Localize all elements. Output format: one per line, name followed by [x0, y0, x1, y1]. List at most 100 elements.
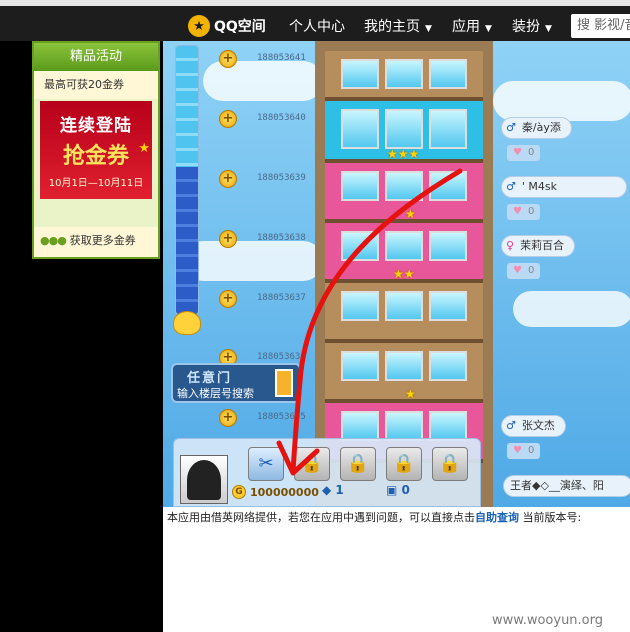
star-rating-icon: ★★★	[387, 147, 420, 161]
add-coin-icon[interactable]: +	[219, 290, 237, 308]
cloud	[513, 291, 630, 327]
level-bar-fill	[176, 166, 198, 314]
player-avatar[interactable]	[180, 455, 228, 504]
top-navigation-bar: ★ QQ空间 个人中心 我的主页▼ 应用▼ 装扮▼ 搜 影视/音	[0, 0, 630, 41]
search-input[interactable]: 搜 影视/音	[571, 14, 630, 38]
window	[429, 411, 467, 441]
gem-balance: ◆ 1	[322, 483, 344, 497]
heart-icon: ♥	[513, 265, 522, 276]
window	[341, 59, 379, 89]
male-icon: ♂	[506, 419, 516, 432]
window	[429, 171, 467, 201]
cloud	[493, 81, 630, 121]
promo-subtitle: 最高可获20金券	[34, 71, 158, 99]
banner-line2: 抢金券	[62, 144, 129, 169]
level-progress-bar	[175, 45, 199, 315]
resident-name-tag[interactable]: ♂ ' M4sk	[501, 176, 627, 198]
portal-floor-search[interactable]: 任意门 输入楼层号搜索	[171, 363, 301, 403]
locked-slot-lock-icon[interactable]: 🔒	[294, 447, 330, 481]
window	[341, 171, 379, 201]
chevron-down-icon: ▼	[545, 24, 552, 34]
watermark: www.wooyun.org	[492, 613, 604, 628]
star-rating-icon: ★	[405, 207, 416, 221]
heart-icon: ♥	[513, 206, 522, 217]
window	[341, 291, 379, 321]
floor-row[interactable]: +188053640	[219, 110, 329, 128]
resident-card[interactable]: ♀ 茉莉百合 ♥ 0	[501, 235, 601, 279]
brand-label: QQ空间	[214, 19, 266, 35]
resident-name-tag[interactable]: ♂ 张文杰	[501, 415, 566, 437]
gold-coin-icon: G	[232, 485, 246, 499]
portal-hint: 输入楼层号搜索	[177, 387, 254, 400]
locked-slot-lock-icon[interactable]: 🔒	[432, 447, 468, 481]
window	[385, 411, 423, 441]
like-counter[interactable]: ♥ 0	[507, 443, 541, 459]
player-toolbar: ✂ 🔒 🔒 🔒 🔒 G 100000000 ◆ 1 ▣ 0	[173, 438, 481, 507]
qzone-logo[interactable]: ★ QQ空间	[188, 15, 266, 37]
floor-row[interactable]: +188053639	[219, 170, 329, 188]
resident-card[interactable]: ♂ ' M4sk ♥ 0	[501, 176, 627, 220]
add-coin-icon[interactable]: +	[219, 110, 237, 128]
floor-row[interactable]: +188053641	[219, 50, 329, 68]
self-help-link[interactable]: 自助查询	[475, 511, 519, 524]
promo-panel: 精品活动 最高可获20金券 连续登陆 抢金券 10月1日—10月11日 ★ ●●…	[32, 41, 160, 259]
window	[341, 351, 379, 381]
resident-card[interactable]: ♂ 秦/ày添 ♥ 0	[501, 117, 601, 161]
avatar-hair	[187, 460, 221, 500]
like-counter[interactable]: ♥ 0	[507, 204, 541, 220]
gold-balance: G 100000000	[232, 485, 319, 499]
nav-my-homepage[interactable]: 我的主页 ▼	[364, 16, 432, 36]
nav-apps[interactable]: 应用 ▼	[452, 16, 492, 36]
window	[385, 171, 423, 201]
diamond-icon: ◆	[322, 483, 332, 497]
door-icon[interactable]	[275, 369, 293, 397]
window	[429, 231, 467, 261]
nav-dress-up[interactable]: 装扮 ▼	[512, 16, 552, 36]
window	[385, 59, 423, 89]
duck-mascot-icon	[173, 311, 201, 335]
window	[341, 231, 379, 261]
like-counter[interactable]: ♥ 0	[507, 263, 541, 279]
star-rating-icon: ★	[405, 387, 416, 401]
chevron-down-icon: ▼	[485, 24, 492, 34]
add-coin-icon[interactable]: +	[219, 409, 237, 427]
login-reward-banner[interactable]: 连续登陆 抢金券 10月1日—10月11日 ★	[40, 101, 152, 199]
locked-slot-lock-icon[interactable]: 🔒	[386, 447, 422, 481]
footer-notice: 本应用由借英网络提供，若您在应用中遇到问题，可以直接点击自助查询 当前版本号:	[167, 511, 582, 524]
chevron-down-icon: ▼	[425, 24, 432, 34]
building-floor[interactable]	[325, 163, 483, 223]
floor-row[interactable]: +188053638	[219, 230, 329, 248]
more-coupons-link[interactable]: ●●● 获取更多金券	[34, 227, 158, 257]
add-coin-icon[interactable]: +	[219, 170, 237, 188]
building-floor[interactable]	[325, 343, 483, 403]
friend-search-field[interactable]: 王者◆◇__演绎、阳	[503, 475, 630, 497]
building-floor[interactable]	[325, 283, 483, 343]
window	[341, 109, 379, 149]
dots-icon: ●●●	[40, 234, 67, 247]
building-floor[interactable]	[325, 51, 483, 101]
window	[385, 351, 423, 381]
portal-title: 任意门	[187, 371, 233, 386]
scissors-tool-button[interactable]: ✂	[248, 447, 284, 481]
star-rating-icon: ★★	[393, 267, 415, 281]
resident-card[interactable]: ♂ 张文杰 ♥ 0	[501, 415, 601, 459]
ticket-balance: ▣ 0	[386, 483, 410, 497]
heart-icon: ♥	[513, 147, 522, 158]
game-canvas[interactable]: +188053641 +188053640 +188053639 +188053…	[163, 41, 630, 507]
window	[429, 351, 467, 381]
nav-personal-center[interactable]: 个人中心	[289, 16, 345, 36]
window	[429, 291, 467, 321]
window	[385, 291, 423, 321]
qzone-star-icon: ★	[188, 15, 210, 37]
floor-row[interactable]: +188053635	[219, 409, 329, 427]
window	[341, 411, 379, 441]
locked-slot-lock-icon[interactable]: 🔒	[340, 447, 376, 481]
resident-name-tag[interactable]: ♂ 秦/ày添	[501, 117, 572, 139]
add-coin-icon[interactable]: +	[219, 230, 237, 248]
ticket-icon: ▣	[386, 483, 398, 497]
like-counter[interactable]: ♥ 0	[507, 145, 541, 161]
sparkle-icon: ★	[138, 141, 150, 156]
add-coin-icon[interactable]: +	[219, 50, 237, 68]
resident-name-tag[interactable]: ♀ 茉莉百合	[501, 235, 576, 257]
floor-row[interactable]: +188053637	[219, 290, 329, 308]
